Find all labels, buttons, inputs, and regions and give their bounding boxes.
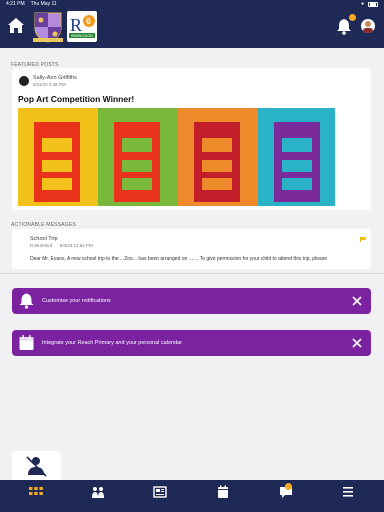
tab-news[interactable] (152, 485, 168, 499)
svg-text:WIMBLEDON: WIMBLEDON (71, 34, 93, 38)
people-icon (92, 487, 104, 498)
battery-icon (368, 1, 378, 7)
tab-calendar[interactable] (215, 485, 231, 499)
post-image[interactable] (18, 108, 335, 206)
person-off-icon (26, 456, 47, 477)
calendar-icon (19, 335, 34, 350)
calendar-icon (218, 485, 228, 498)
tab-menu[interactable] (340, 485, 356, 499)
actionable-message-card[interactable]: School Trip D Mumford 5/4/23 12:54 PM De… (12, 229, 371, 269)
message-date: 5/4/23 12:54 PM (59, 243, 93, 248)
home-button[interactable] (7, 17, 25, 34)
tab-people[interactable] (90, 485, 106, 499)
tab-home[interactable] (28, 485, 44, 499)
calendar-integration-banner[interactable]: Integrate your Reach Primary and your pe… (12, 330, 371, 356)
promo-text: Customise your notifications (42, 298, 111, 304)
bell-icon (19, 293, 34, 309)
customise-notifications-banner[interactable]: Customise your notifications (12, 288, 371, 314)
post-title: Pop Art Competition Winner! (18, 94, 135, 104)
promo-text: Integrate your Reach Primary and your pe… (42, 340, 183, 346)
messages-badge (285, 483, 292, 490)
school-crest-logo (31, 10, 65, 44)
menu-icon (343, 487, 353, 497)
status-bar: 4:21 PM Thu May 11 (6, 1, 57, 7)
user-avatar[interactable] (361, 19, 375, 33)
top-bar: 4:21 PM Thu May 11 ● R 6 WIMBLEDON (0, 0, 384, 48)
close-icon[interactable] (352, 338, 362, 348)
actionable-messages-label: ACTIONABLE MESSAGES (11, 222, 76, 228)
bottom-tab-bar (0, 480, 384, 512)
message-body: Dear Mr. Evans, A new school trip to the… (30, 256, 328, 262)
message-sender: D Mumford (30, 243, 53, 248)
status-indicators: ● (361, 1, 378, 7)
section-divider (0, 273, 384, 274)
reach-wimbledon-logo: R 6 WIMBLEDON (67, 11, 97, 42)
home-icon (8, 18, 24, 33)
news-icon (153, 486, 167, 498)
status-date: Thu May 11 (30, 1, 57, 7)
home-grid-icon (29, 487, 43, 495)
post-date: 5/11/23 3:48 PM (33, 82, 66, 87)
notification-badge (349, 14, 356, 21)
svg-text:R: R (70, 15, 82, 35)
featured-post-card[interactable]: Sally-Ann Griffiths 5/11/23 3:48 PM Pop … (12, 68, 371, 210)
message-meta: D Mumford 5/4/23 12:54 PM (30, 243, 93, 248)
flag-icon (360, 237, 366, 242)
wifi-icon: ● (360, 1, 364, 7)
status-time: 4:21 PM (6, 1, 25, 7)
author-avatar (19, 76, 29, 86)
do-not-disturb-button[interactable] (12, 451, 61, 482)
post-author: Sally-Ann Griffiths (33, 75, 77, 81)
close-icon[interactable] (352, 296, 362, 306)
svg-text:6: 6 (86, 17, 91, 26)
message-title: School Trip (30, 236, 58, 242)
